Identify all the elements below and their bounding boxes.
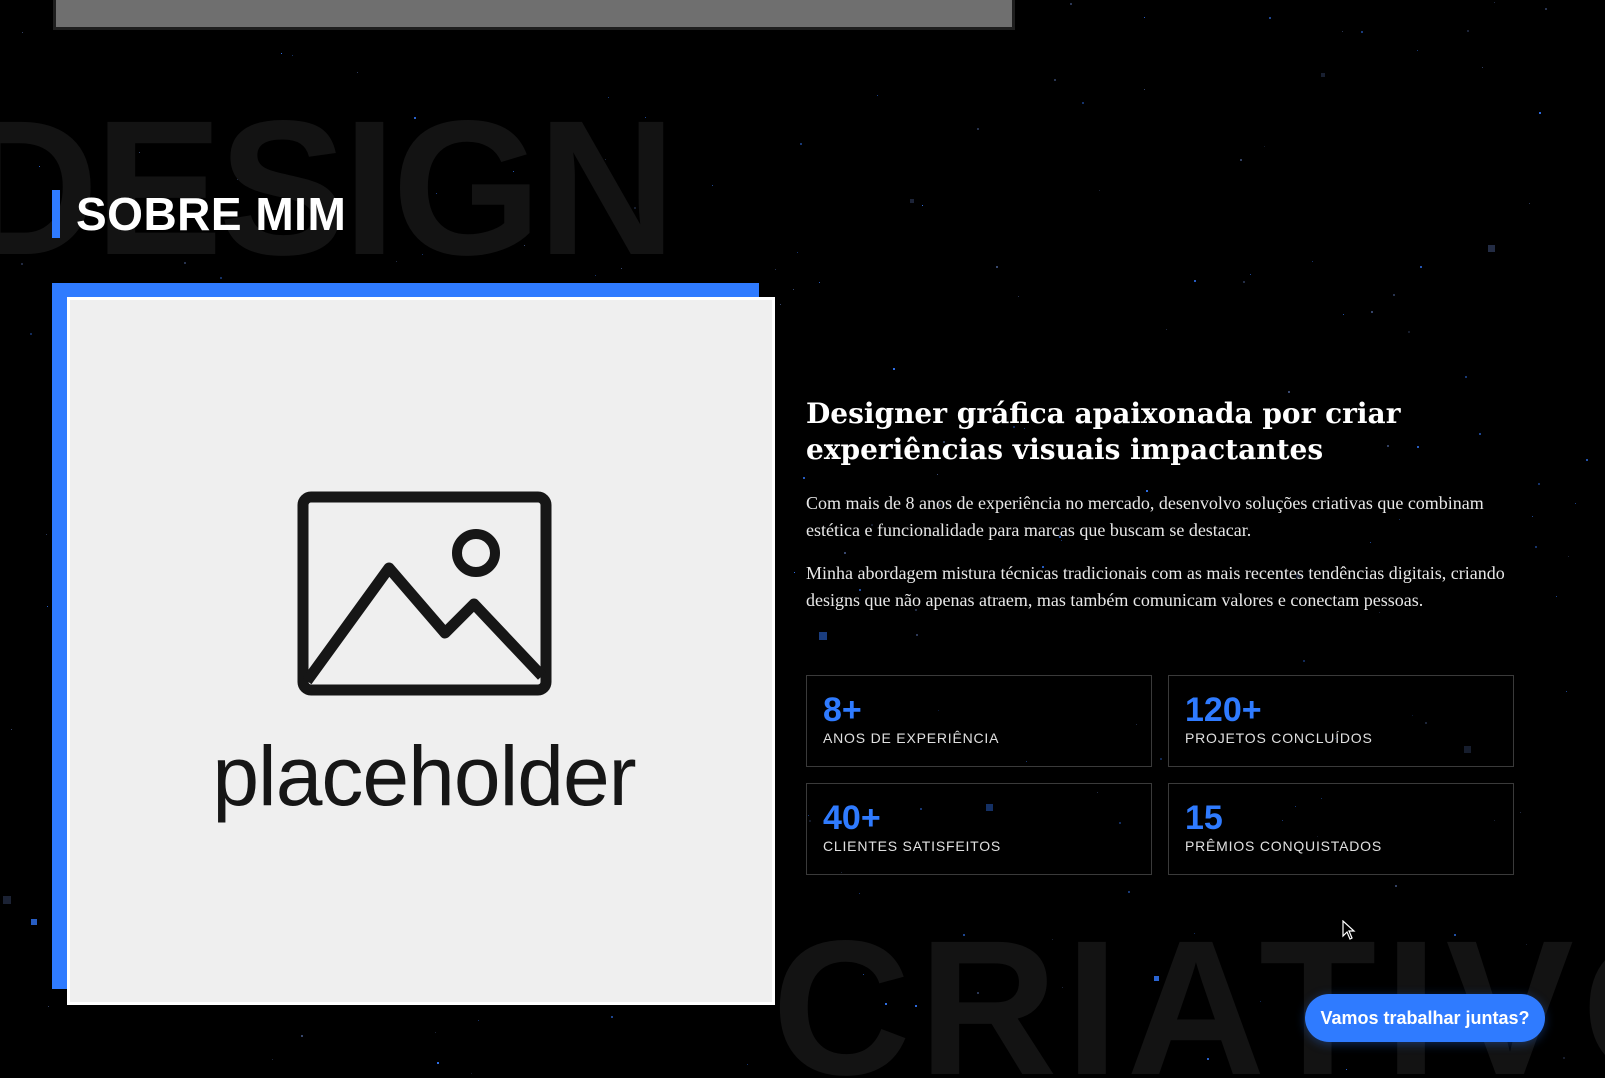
stat-card-experience: 8+ ANOS DE EXPERIÊNCIA — [806, 675, 1152, 767]
work-together-button[interactable]: Vamos trabalhar juntas? — [1305, 994, 1545, 1042]
stat-label: PROJETOS CONCLUÍDOS — [1185, 730, 1373, 746]
section-heading: SOBRE MIM — [52, 187, 346, 241]
stat-card-awards: 15 PRÊMIOS CONQUISTADOS — [1168, 783, 1514, 875]
about-paragraph-2: Minha abordagem mistura técnicas tradici… — [806, 563, 1505, 610]
stat-value: 120+ — [1185, 691, 1262, 729]
stats-grid: 8+ ANOS DE EXPERIÊNCIA 120+ PROJETOS CON… — [806, 675, 1514, 875]
stat-value: 8+ — [823, 691, 862, 729]
stat-value: 40+ — [823, 799, 881, 837]
stat-card-projects: 120+ PROJETOS CONCLUÍDOS — [1168, 675, 1514, 767]
about-text-block: Designer gráfica apaixonada por criar ex… — [806, 396, 1516, 630]
heading-accent-bar — [52, 190, 60, 238]
section-title: SOBRE MIM — [76, 188, 347, 240]
stat-value: 15 — [1185, 799, 1223, 837]
stat-card-clients: 40+ CLIENTES SATISFEITOS — [806, 783, 1152, 875]
about-paragraph-1: Com mais de 8 anos de experiência no mer… — [806, 493, 1484, 540]
image-placeholder-icon — [297, 491, 552, 696]
previous-section-image-edge — [53, 0, 1015, 30]
about-heading: Designer gráfica apaixonada por criar ex… — [806, 397, 1401, 466]
stat-label: ANOS DE EXPERIÊNCIA — [823, 730, 1000, 746]
stat-label: PRÊMIOS CONQUISTADOS — [1185, 838, 1382, 854]
profile-photo: placeholder — [67, 297, 775, 1005]
stat-label: CLIENTES SATISFEITOS — [823, 838, 1002, 854]
placeholder-label: placeholder — [212, 729, 636, 823]
about-section-page: DESIGN CRIATIVO SOBRE MIM placeholder De… — [0, 0, 1605, 1078]
mouse-cursor-icon — [1342, 920, 1356, 940]
